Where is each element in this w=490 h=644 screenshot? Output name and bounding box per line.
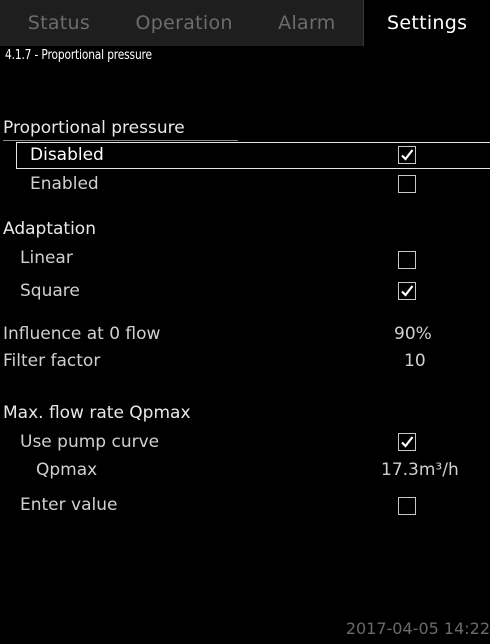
- tab-settings[interactable]: Settings: [363, 0, 490, 46]
- datetime-display: 2017-04-05 14:22: [345, 619, 490, 638]
- option-enter-value-label[interactable]: Enter value: [20, 491, 117, 519]
- filter-factor-label: Filter factor: [3, 351, 101, 371]
- qpmax-label: Qpmax: [36, 460, 98, 480]
- option-use-pump-curve-label[interactable]: Use pump curve: [20, 428, 159, 456]
- checkbox-disabled[interactable]: [398, 146, 416, 164]
- filter-factor-value[interactable]: 10: [404, 347, 426, 375]
- tab-bar: Status Operation Alarm Settings: [0, 0, 490, 46]
- influence-value[interactable]: 90%: [394, 320, 432, 348]
- checkbox-enter-value[interactable]: [398, 497, 416, 515]
- option-disabled-label[interactable]: Disabled: [30, 141, 104, 169]
- tab-status[interactable]: Status: [0, 0, 118, 46]
- section-heading-max-flow: Max. flow rate Qpmax: [3, 403, 191, 423]
- option-square-label[interactable]: Square: [20, 277, 80, 305]
- section-heading-adaptation: Adaptation: [3, 219, 96, 239]
- checkbox-square[interactable]: [398, 282, 416, 300]
- breadcrumb: 4.1.7 - Proportional pressure: [5, 48, 152, 63]
- section-heading-proportional-pressure: Proportional pressure: [3, 118, 185, 138]
- option-enabled-label[interactable]: Enabled: [30, 170, 99, 198]
- influence-label: Influence at 0 flow: [3, 324, 161, 344]
- checkbox-linear[interactable]: [398, 251, 416, 269]
- checkbox-use-pump-curve[interactable]: [398, 433, 416, 451]
- tab-alarm[interactable]: Alarm: [251, 0, 364, 46]
- checkmark-icon: [401, 436, 414, 448]
- option-linear-label[interactable]: Linear: [20, 244, 73, 272]
- checkmark-icon: [401, 285, 414, 297]
- tab-operation[interactable]: Operation: [118, 0, 251, 46]
- checkmark-icon: [401, 149, 414, 161]
- checkbox-enabled[interactable]: [398, 175, 416, 193]
- qpmax-value: 17.3m³/h: [381, 460, 459, 480]
